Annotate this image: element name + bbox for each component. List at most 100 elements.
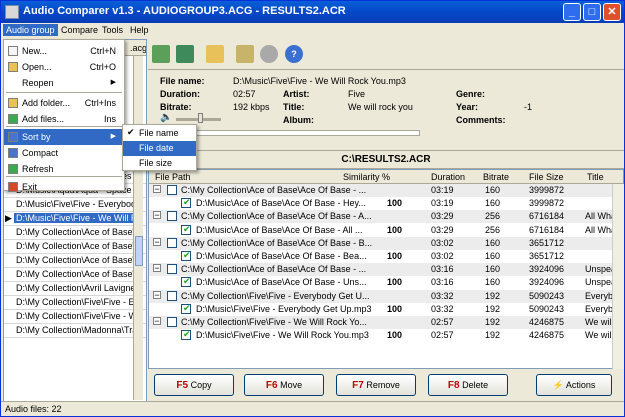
menu-item-new[interactable]: New... Ctrl+N bbox=[4, 43, 124, 59]
row-checkbox[interactable] bbox=[181, 224, 191, 235]
help-icon[interactable]: ? bbox=[285, 45, 303, 63]
sort-option-file-date[interactable]: File date bbox=[123, 141, 196, 156]
menu-audio-group[interactable]: Audio group bbox=[3, 24, 58, 36]
group-row[interactable]: − C:\My Collection\Ace of Base\Ace Of Bas… bbox=[149, 184, 623, 197]
file-name-value: D:\Music\Five\Five - We Will Rock You.mp… bbox=[233, 76, 406, 86]
list-item[interactable]: D:\My Collection\Ace of Base\A bbox=[4, 268, 146, 282]
compare-selected-icon[interactable] bbox=[176, 45, 194, 63]
cell-path: C:\My Collection\Ace of Base\Ace Of Base… bbox=[181, 211, 372, 222]
collapse-icon[interactable]: − bbox=[153, 211, 161, 220]
sort-option-file-name[interactable]: ✔ File name bbox=[123, 126, 196, 141]
menu-separator bbox=[6, 126, 122, 127]
title-bar[interactable]: Audio Comparer v1.3 - AUDIOGROUP3.ACG - … bbox=[1, 1, 624, 23]
row-checkbox[interactable] bbox=[181, 303, 191, 314]
close-button[interactable]: ✕ bbox=[603, 3, 621, 21]
list-item-path: D:\My Collection\Madonna\Tra bbox=[16, 325, 138, 335]
col-title[interactable]: Title bbox=[587, 172, 604, 182]
open-results-icon[interactable] bbox=[206, 45, 224, 63]
playback-progress-bar[interactable] bbox=[160, 130, 420, 136]
list-item[interactable]: D:\My Collection\Ace of Base\A bbox=[4, 254, 146, 268]
actions-label: Actions bbox=[565, 380, 596, 390]
menu-item-label: Reopen bbox=[22, 78, 54, 88]
speaker-icon[interactable]: 🔈 bbox=[160, 112, 172, 123]
duplicate-row[interactable]: D:\Music\Five\Five - Everybody Get Up.mp… bbox=[149, 303, 623, 316]
row-checkbox[interactable] bbox=[167, 290, 177, 301]
col-file-path[interactable]: File Path bbox=[155, 172, 191, 182]
cell-file-size: 3999872 bbox=[529, 198, 565, 209]
row-checkbox[interactable] bbox=[181, 276, 191, 288]
col-file-size[interactable]: File Size bbox=[529, 172, 564, 182]
file-info-panel: File name: D:\Music\Five\Five - We Will … bbox=[148, 69, 624, 151]
grid-scrollbar[interactable] bbox=[612, 184, 624, 369]
sort-option-file-size[interactable]: File size bbox=[123, 156, 196, 171]
list-item[interactable]: D:\My Collection\Ace of Base\A bbox=[4, 240, 146, 254]
move-button[interactable]: F6 Move bbox=[244, 374, 324, 396]
group-row[interactable]: − C:\My Collection\Ace of Base\Ace Of Bas… bbox=[149, 210, 623, 224]
menu-item-reopen[interactable]: Reopen ▶ bbox=[4, 75, 124, 91]
collapse-icon[interactable]: − bbox=[153, 185, 161, 194]
group-row[interactable]: − C:\My Collection\Ace of Base\Ace Of Bas… bbox=[149, 263, 623, 277]
collapse-icon[interactable]: − bbox=[153, 290, 161, 299]
menu-item-add-files[interactable]: Add files... Ins bbox=[4, 111, 124, 127]
group-row[interactable]: − C:\My Collection\Five\Five - We Will Ro… bbox=[149, 316, 623, 329]
remove-label: Remove bbox=[366, 380, 400, 390]
col-duration[interactable]: Duration bbox=[431, 172, 465, 182]
volume-slider-thumb[interactable] bbox=[198, 113, 203, 123]
minimize-button[interactable]: _ bbox=[563, 3, 581, 21]
menu-tools[interactable]: Tools bbox=[102, 25, 123, 35]
cell-path: C:\My Collection\Ace of Base\Ace Of Base… bbox=[181, 264, 367, 275]
list-item[interactable]: D:\My Collection\Madonna\Tra bbox=[4, 324, 146, 338]
col-similarity[interactable]: Similarity % bbox=[343, 172, 390, 182]
menu-item-open[interactable]: Open... Ctrl+O bbox=[4, 59, 124, 75]
scrollbar-thumb[interactable] bbox=[135, 236, 143, 266]
list-item[interactable]: D:\Music\Five\Five - Everybody bbox=[4, 198, 146, 212]
lightning-icon: ⚡ bbox=[552, 380, 564, 390]
menu-help[interactable]: Help bbox=[130, 25, 149, 35]
row-checkbox[interactable] bbox=[167, 211, 177, 222]
menu-item-add-folder[interactable]: Add folder... Ctrl+Ins bbox=[4, 95, 124, 111]
remove-button[interactable]: F7 Remove bbox=[336, 374, 416, 396]
wizard-icon[interactable] bbox=[236, 45, 254, 63]
remove-key: F7 bbox=[352, 380, 364, 391]
list-item[interactable]: D:\My Collection\Ace of Base\A bbox=[4, 226, 146, 240]
menu-item-sort-by[interactable]: Sort by ▶ bbox=[4, 129, 124, 145]
list-scrollbar[interactable] bbox=[133, 56, 143, 400]
menu-item-refresh[interactable]: Refresh bbox=[4, 161, 124, 177]
menu-item-exit[interactable]: Exit bbox=[4, 179, 124, 195]
cell-bitrate: 160 bbox=[485, 237, 501, 248]
settings-gear-icon[interactable] bbox=[260, 45, 278, 63]
menu-item-compact[interactable]: Compact bbox=[4, 145, 124, 161]
compare-icon[interactable] bbox=[152, 45, 170, 63]
row-checkbox[interactable] bbox=[181, 329, 191, 341]
list-item[interactable]: D:\My Collection\Five\Five - We bbox=[4, 310, 146, 324]
delete-button[interactable]: F8 Delete bbox=[428, 374, 508, 396]
maximize-button[interactable]: □ bbox=[583, 3, 601, 21]
copy-button[interactable]: F5 Copy bbox=[154, 374, 234, 396]
collapse-icon[interactable]: − bbox=[153, 264, 161, 273]
group-row[interactable]: − C:\My Collection\Ace of Base\Ace Of Bas… bbox=[149, 236, 623, 250]
list-item[interactable]: ▶ D:\Music\Five\Five - We Will R bbox=[4, 212, 146, 226]
cell-bitrate: 192 bbox=[485, 290, 501, 301]
col-bitrate[interactable]: Bitrate bbox=[483, 172, 509, 182]
list-item[interactable]: D:\My Collection\Five\Five - Ev bbox=[4, 296, 146, 310]
duplicate-row[interactable]: D:\Music\Five\Five - We Will Rock You.mp… bbox=[149, 329, 623, 342]
window-title: Audio Comparer v1.3 - AUDIOGROUP3.ACG - … bbox=[23, 5, 346, 17]
row-checkbox[interactable] bbox=[167, 237, 177, 248]
duplicate-row[interactable]: D:\Music\Ace of Base\Ace Of Base - All .… bbox=[149, 224, 623, 237]
results-grid[interactable]: File Path Similarity % Duration Bitrate … bbox=[148, 169, 624, 369]
row-checkbox[interactable] bbox=[167, 317, 177, 327]
actions-button[interactable]: ⚡ Actions bbox=[536, 374, 612, 396]
duplicate-row[interactable]: D:\Music\Ace of Base\Ace Of Base - Uns..… bbox=[149, 276, 623, 289]
collapse-icon[interactable]: − bbox=[153, 237, 161, 246]
duplicate-row[interactable]: D:\Music\Ace of Base\Ace Of Base - Hey..… bbox=[149, 197, 623, 210]
list-item[interactable]: D:\My Collection\Avril Lavigne\ bbox=[4, 282, 146, 296]
row-checkbox[interactable] bbox=[167, 264, 177, 275]
row-checkbox[interactable] bbox=[181, 197, 191, 209]
artist-value: Five bbox=[348, 89, 366, 99]
row-checkbox[interactable] bbox=[167, 185, 177, 195]
row-checkbox[interactable] bbox=[181, 250, 191, 261]
duplicate-row[interactable]: D:\Music\Ace of Base\Ace Of Base - Bea..… bbox=[149, 250, 623, 263]
menu-compare[interactable]: Compare bbox=[61, 25, 98, 35]
collapse-icon[interactable]: − bbox=[153, 317, 161, 326]
group-row[interactable]: − C:\My Collection\Five\Five - Everybody … bbox=[149, 289, 623, 303]
